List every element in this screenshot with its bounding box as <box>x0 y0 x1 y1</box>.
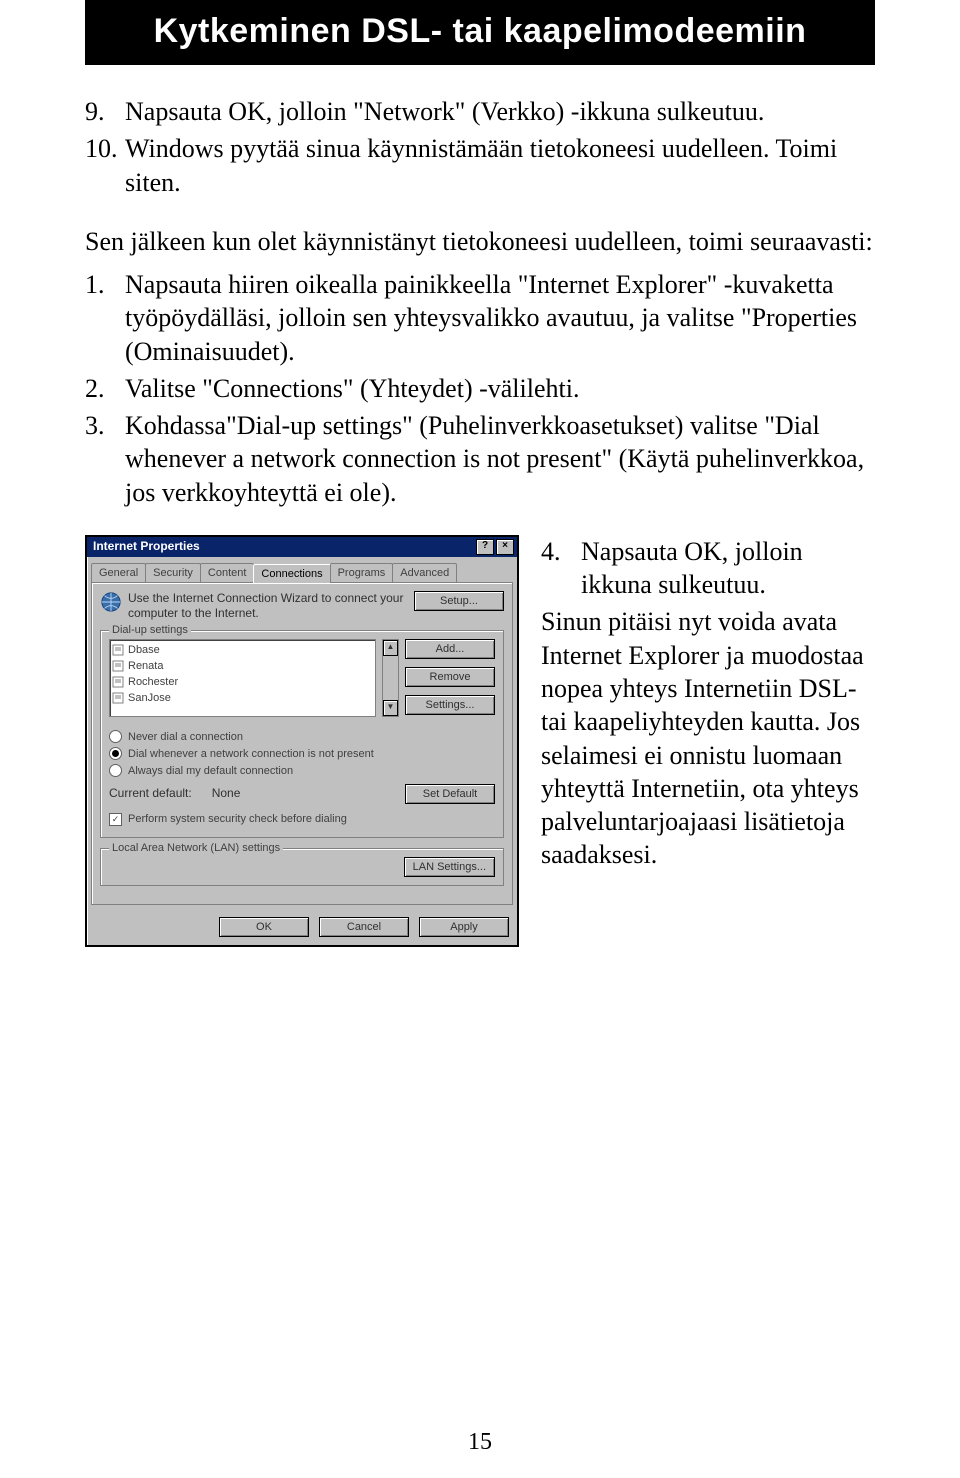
substep-1: 1. Napsauta hiiren oikealla painikkeella… <box>125 268 875 368</box>
closing-paragraph: Sinun pitäisi nyt voida avata Internet E… <box>541 605 875 871</box>
tab-programs[interactable]: Programs <box>330 563 394 582</box>
cancel-button[interactable]: Cancel <box>319 917 409 937</box>
dialog-title: Internet Properties <box>93 539 200 554</box>
substep-1-text: Napsauta hiiren oikealla painikkeella "I… <box>125 270 857 366</box>
scroll-up-icon[interactable]: ▲ <box>383 640 398 656</box>
substep-2: 2. Valitse "Connections" (Yhteydet) -väl… <box>125 372 875 405</box>
substep-1-number: 1. <box>85 268 105 301</box>
close-button[interactable]: × <box>496 539 514 555</box>
substep-2-number: 2. <box>85 372 105 405</box>
page-heading-banner: Kytkeminen DSL- tai kaapelimodeemiin <box>85 0 875 65</box>
substep-4: 4. Napsauta OK, jolloin ikkuna sulkeutuu… <box>541 535 875 602</box>
globe-icon <box>100 591 122 613</box>
radio-dial-when-no-net[interactable]: Dial whenever a network connection is no… <box>109 747 495 761</box>
list-item[interactable]: Dbase <box>112 642 373 658</box>
list-item-label: Renata <box>128 659 163 673</box>
security-check-checkbox[interactable]: ✓ Perform system security check before di… <box>109 812 495 826</box>
substep-4-number: 4. <box>541 535 561 568</box>
substep-4-text: Napsauta OK, jolloin ikkuna sulkeutuu. <box>581 537 803 599</box>
page-number: 15 <box>0 1429 960 1456</box>
step-9: 9. Napsauta OK, jolloin "Network" (Verkk… <box>125 95 875 128</box>
list-item[interactable]: Rochester <box>112 674 373 690</box>
substep-2-text: Valitse "Connections" (Yhteydet) -välile… <box>125 374 579 403</box>
connection-icon <box>112 660 124 672</box>
checkbox-icon: ✓ <box>109 813 122 826</box>
apply-button[interactable]: Apply <box>419 917 509 937</box>
current-default-label: Current default: <box>109 786 192 801</box>
radio-always-dial[interactable]: Always dial my default connection <box>109 764 495 778</box>
current-default-value: None <box>212 786 241 801</box>
list-item-label: SanJose <box>128 691 171 705</box>
setup-button[interactable]: Setup... <box>414 591 504 611</box>
checkbox-label: Perform system security check before dia… <box>128 812 347 826</box>
connection-icon <box>112 692 124 704</box>
radio-label: Always dial my default connection <box>128 764 293 778</box>
step-10-text: Windows pyytää sinua käynnistämään tieto… <box>125 134 837 196</box>
tab-general[interactable]: General <box>91 563 146 582</box>
lan-settings-group: Local Area Network (LAN) settings LAN Se… <box>100 848 504 886</box>
remove-button[interactable]: Remove <box>405 667 495 687</box>
scroll-down-icon[interactable]: ▼ <box>383 700 398 716</box>
substep-3-text: Kohdassa"Dial-up settings" (Puhelinverkk… <box>125 411 864 507</box>
substep-3-number: 3. <box>85 409 105 442</box>
tab-content[interactable]: Content <box>200 563 255 582</box>
after-restart-intro: Sen jälkeen kun olet käynnistänyt tietok… <box>85 225 875 258</box>
radio-icon <box>109 764 122 777</box>
substep-3: 3. Kohdassa"Dial-up settings" (Puhelinve… <box>125 409 875 509</box>
radio-icon <box>109 730 122 743</box>
add-button[interactable]: Add... <box>405 639 495 659</box>
list-item-label: Dbase <box>128 643 160 657</box>
set-default-button[interactable]: Set Default <box>405 784 495 804</box>
step-9-text: Napsauta OK, jolloin "Network" (Verkko) … <box>125 97 764 126</box>
dialup-settings-group: Dial-up settings Dbase Renata Rochester … <box>100 630 504 838</box>
connection-icon <box>112 676 124 688</box>
tab-connections[interactable]: Connections <box>253 564 330 583</box>
ok-button[interactable]: OK <box>219 917 309 937</box>
connection-icon <box>112 644 124 656</box>
list-item[interactable]: SanJose <box>112 690 373 706</box>
step-10-number: 10. <box>85 132 118 165</box>
wizard-text: Use the Internet Connection Wizard to co… <box>128 591 408 622</box>
dialup-settings-label: Dial-up settings <box>109 623 191 637</box>
help-button[interactable]: ? <box>476 539 494 555</box>
lan-settings-button[interactable]: LAN Settings... <box>404 857 495 877</box>
dialog-titlebar[interactable]: Internet Properties ? × <box>87 537 517 557</box>
settings-button[interactable]: Settings... <box>405 695 495 715</box>
radio-label: Never dial a connection <box>128 730 243 744</box>
list-item[interactable]: Renata <box>112 658 373 674</box>
lan-settings-label: Local Area Network (LAN) settings <box>109 841 283 855</box>
tab-advanced[interactable]: Advanced <box>392 563 457 582</box>
tab-security[interactable]: Security <box>145 563 201 582</box>
dialup-list[interactable]: Dbase Renata Rochester SanJose <box>109 639 376 717</box>
radio-label: Dial whenever a network connection is no… <box>128 747 374 761</box>
list-item-label: Rochester <box>128 675 178 689</box>
radio-icon <box>109 747 122 760</box>
step-10: 10. Windows pyytää sinua käynnistämään t… <box>125 132 875 199</box>
scrollbar[interactable]: ▲ ▼ <box>382 639 399 717</box>
radio-never-dial[interactable]: Never dial a connection <box>109 730 495 744</box>
step-9-number: 9. <box>85 95 105 128</box>
internet-properties-dialog: Internet Properties ? × General Security… <box>85 535 519 947</box>
